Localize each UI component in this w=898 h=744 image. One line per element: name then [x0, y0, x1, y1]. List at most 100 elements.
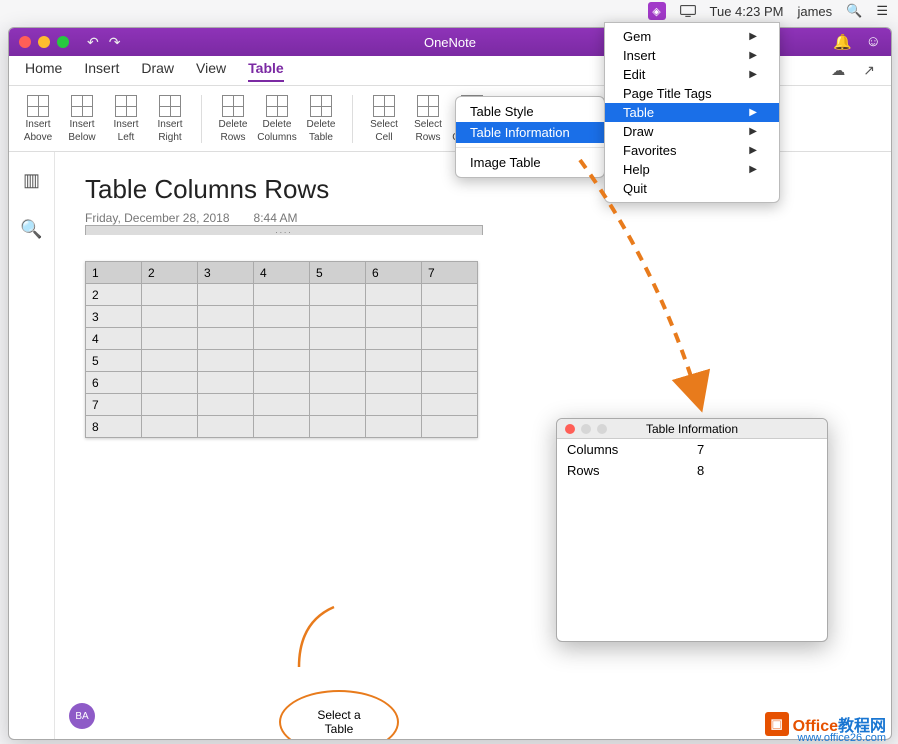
menu-item-favorites[interactable]: Favorites▶ — [605, 141, 779, 160]
submenu-item-table-style[interactable]: Table Style — [456, 101, 604, 122]
table-cell[interactable] — [254, 284, 310, 306]
content-table[interactable]: 12345672345678 — [85, 261, 478, 438]
insert-left-button[interactable]: InsertLeft — [105, 95, 147, 143]
table-cell[interactable] — [422, 284, 478, 306]
table-cell[interactable] — [310, 284, 366, 306]
delete-rows-button[interactable]: DeleteRows — [212, 95, 254, 143]
table-cell[interactable] — [422, 350, 478, 372]
menu-item-insert[interactable]: Insert▶ — [605, 46, 779, 65]
table-cell[interactable] — [422, 416, 478, 438]
table-cell[interactable] — [142, 328, 198, 350]
table-cell[interactable] — [198, 350, 254, 372]
table-cell[interactable] — [142, 372, 198, 394]
table-cell[interactable] — [366, 350, 422, 372]
table-cell[interactable] — [198, 284, 254, 306]
minimize-button[interactable] — [38, 36, 50, 48]
close-button[interactable] — [19, 36, 31, 48]
user-avatar[interactable]: BA — [69, 703, 95, 729]
table-cell[interactable] — [254, 416, 310, 438]
menu-item-gem[interactable]: Gem▶ — [605, 27, 779, 46]
tab-draw[interactable]: Draw — [141, 60, 174, 82]
table-cell[interactable] — [254, 394, 310, 416]
info-window-titlebar[interactable]: Table Information — [557, 419, 827, 439]
sync-icon[interactable]: ☁ — [831, 62, 845, 79]
account-icon[interactable]: ☺ — [866, 33, 881, 51]
select-cell-button[interactable]: SelectCell — [363, 95, 405, 143]
table-cell[interactable] — [422, 328, 478, 350]
search-icon[interactable]: 🔍 — [20, 219, 42, 240]
menu-item-draw[interactable]: Draw▶ — [605, 122, 779, 141]
table-cell[interactable] — [366, 372, 422, 394]
display-icon[interactable] — [680, 4, 696, 18]
menu-item-quit[interactable]: Quit — [605, 179, 779, 198]
table-cell[interactable] — [366, 416, 422, 438]
table-cell[interactable]: 4 — [254, 262, 310, 284]
insert-above-button[interactable]: InsertAbove — [17, 95, 59, 143]
table-cell[interactable] — [198, 416, 254, 438]
gem-app-icon[interactable]: ◈ — [648, 2, 666, 20]
table-cell[interactable] — [310, 306, 366, 328]
table-cell[interactable]: 5 — [310, 262, 366, 284]
table-drag-handle[interactable]: .... — [85, 225, 483, 235]
notebooks-icon[interactable]: ▥ — [23, 170, 40, 191]
table-cell[interactable]: 6 — [366, 262, 422, 284]
table-cell[interactable] — [422, 372, 478, 394]
table-cell[interactable] — [422, 306, 478, 328]
table-cell[interactable] — [310, 350, 366, 372]
table-cell[interactable] — [366, 284, 422, 306]
table-cell[interactable] — [254, 328, 310, 350]
table-cell[interactable] — [254, 372, 310, 394]
table-cell[interactable] — [310, 372, 366, 394]
table-cell[interactable] — [366, 306, 422, 328]
table-cell[interactable]: 7 — [422, 262, 478, 284]
table-cell[interactable]: 3 — [86, 306, 142, 328]
table-cell[interactable] — [142, 284, 198, 306]
select-rows-button[interactable]: SelectRows — [407, 95, 449, 143]
table-cell[interactable] — [254, 306, 310, 328]
table-cell[interactable] — [310, 394, 366, 416]
delete-columns-button[interactable]: DeleteColumns — [256, 95, 298, 143]
spotlight-icon[interactable]: 🔍 — [846, 3, 862, 19]
table-cell[interactable] — [198, 328, 254, 350]
table-cell[interactable]: 1 — [86, 262, 142, 284]
submenu-item-image-table[interactable]: Image Table — [456, 152, 604, 173]
delete-table-button[interactable]: DeleteTable — [300, 95, 342, 143]
tab-view[interactable]: View — [196, 60, 226, 82]
notifications-icon[interactable]: 🔔 — [833, 33, 852, 51]
table-cell[interactable]: 2 — [86, 284, 142, 306]
maximize-button[interactable] — [57, 36, 69, 48]
table-cell[interactable]: 2 — [142, 262, 198, 284]
tab-home[interactable]: Home — [25, 60, 62, 82]
control-center-icon[interactable]: ☰ — [876, 3, 888, 19]
table-cell[interactable]: 5 — [86, 350, 142, 372]
table-cell[interactable] — [422, 394, 478, 416]
menubar-user[interactable]: james — [797, 4, 832, 19]
table-cell[interactable] — [142, 416, 198, 438]
table-cell[interactable] — [366, 328, 422, 350]
table-cell[interactable] — [142, 306, 198, 328]
undo-button[interactable]: ↶ — [87, 34, 99, 51]
table-cell[interactable]: 7 — [86, 394, 142, 416]
menubar-clock[interactable]: Tue 4:23 PM — [710, 4, 784, 19]
table-cell[interactable]: 8 — [86, 416, 142, 438]
table-cell[interactable] — [366, 394, 422, 416]
redo-button[interactable]: ↷ — [109, 34, 121, 51]
table-cell[interactable] — [310, 328, 366, 350]
table-cell[interactable]: 6 — [86, 372, 142, 394]
menu-item-table[interactable]: Table▶ — [605, 103, 779, 122]
menu-item-edit[interactable]: Edit▶ — [605, 65, 779, 84]
menu-item-help[interactable]: Help▶ — [605, 160, 779, 179]
table-cell[interactable] — [142, 394, 198, 416]
insert-right-button[interactable]: InsertRight — [149, 95, 191, 143]
share-icon[interactable]: ↗ — [863, 62, 875, 79]
table-cell[interactable] — [254, 350, 310, 372]
menu-item-page-title-tags[interactable]: Page Title Tags — [605, 84, 779, 103]
tab-insert[interactable]: Insert — [84, 60, 119, 82]
submenu-item-table-information[interactable]: Table Information — [456, 122, 604, 143]
table-cell[interactable] — [198, 394, 254, 416]
insert-below-button[interactable]: InsertBelow — [61, 95, 103, 143]
table-cell[interactable] — [198, 372, 254, 394]
table-cell[interactable]: 3 — [198, 262, 254, 284]
table-cell[interactable] — [198, 306, 254, 328]
tab-table[interactable]: Table — [248, 60, 284, 82]
